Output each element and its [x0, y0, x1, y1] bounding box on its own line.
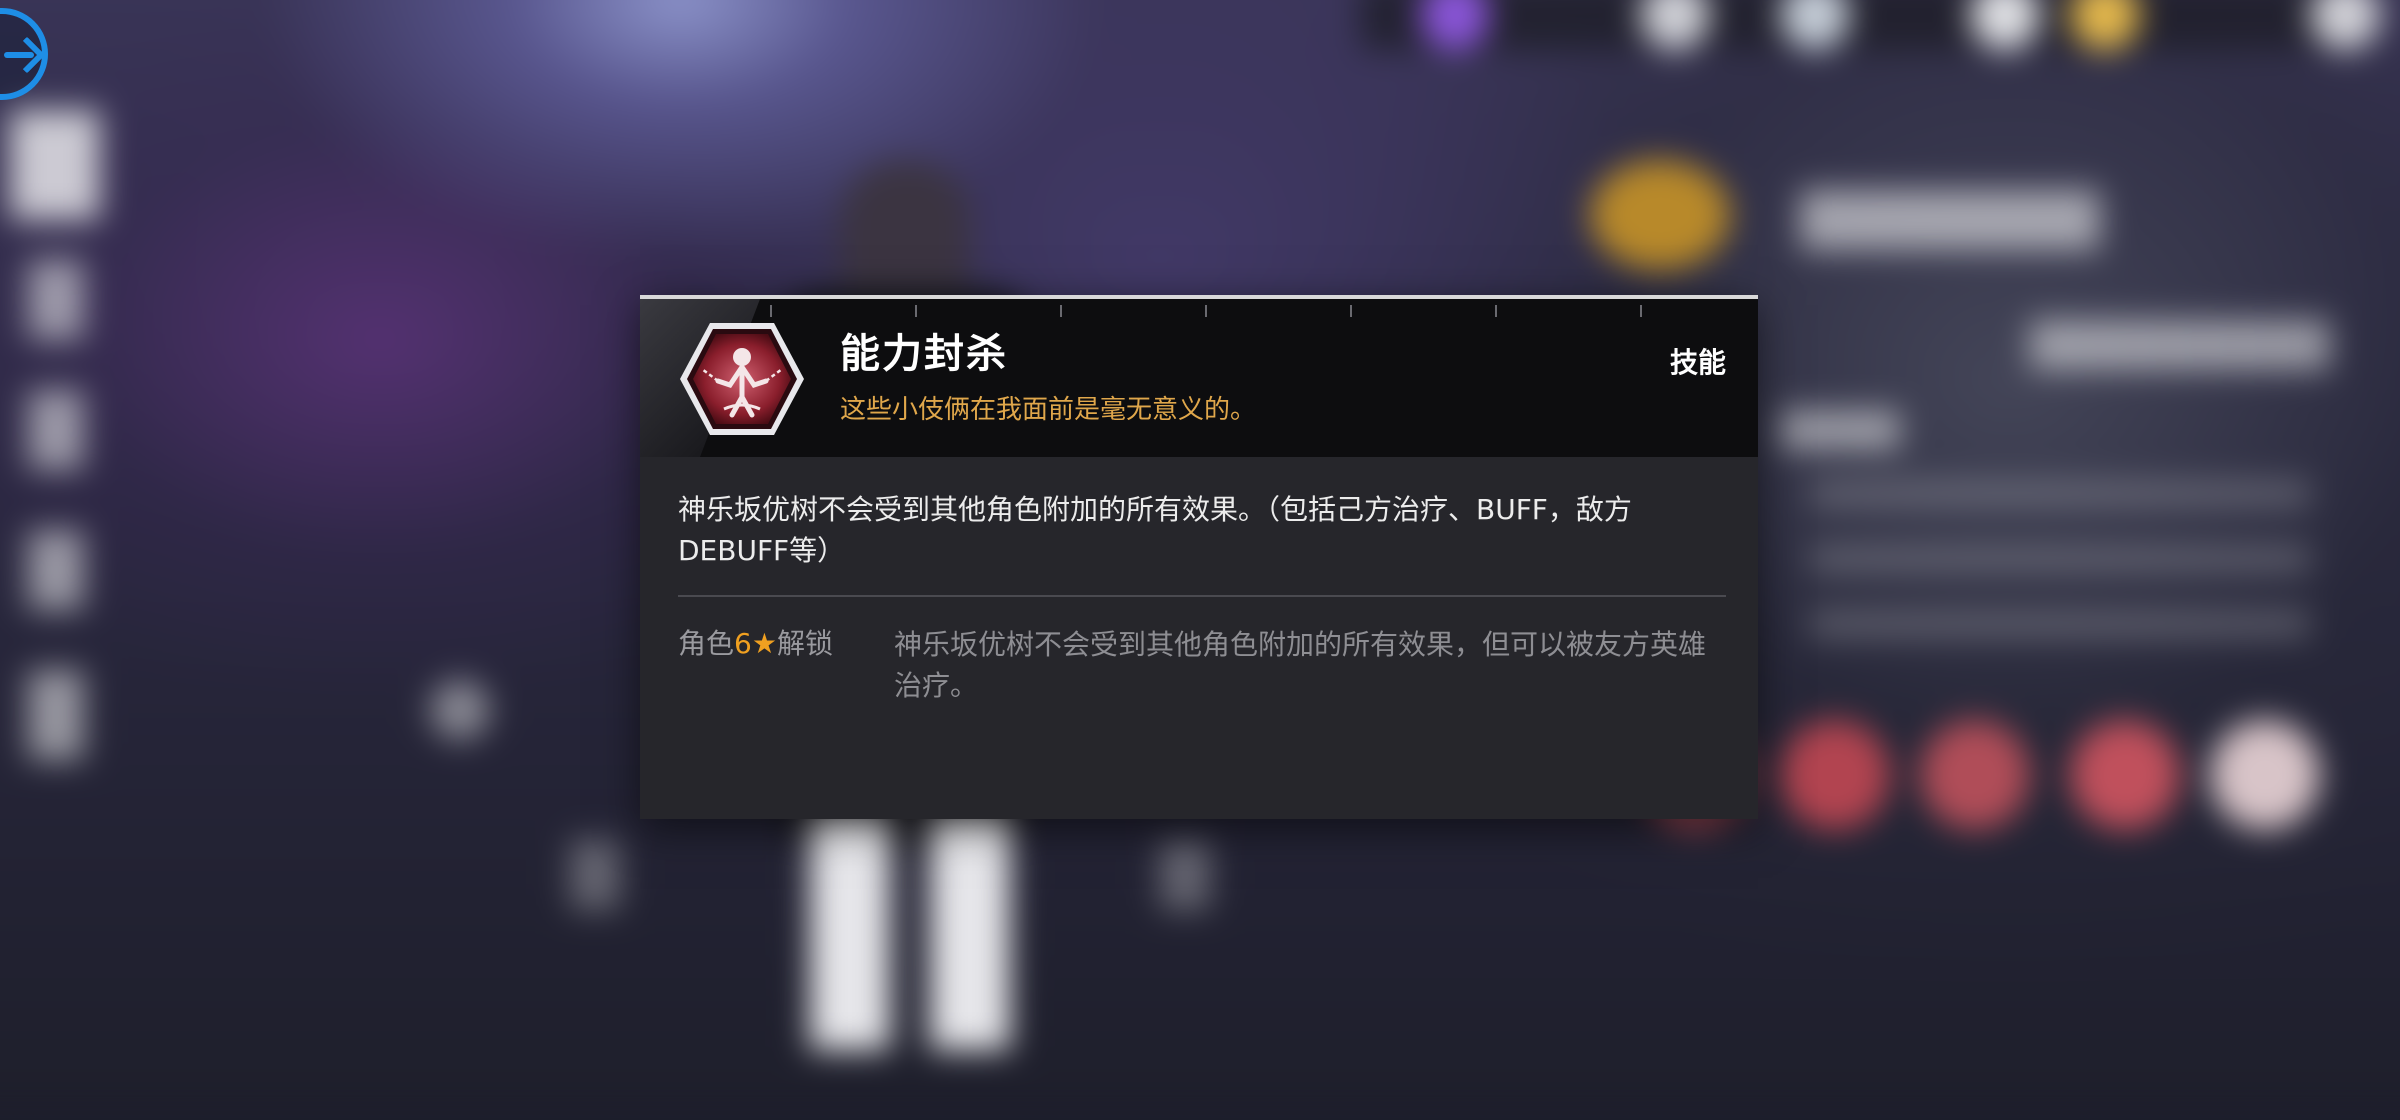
side-menu-item — [28, 670, 84, 760]
unlock-prefix: 角色 — [678, 627, 735, 660]
skill-detail-popup: 能力封杀 这些小伎俩在我面前是毫无意义的。 技能 神乐坂优树不会受到其他角色附加… — [640, 295, 1758, 819]
skill-quote: 这些小伎俩在我面前是毫无意义的。 — [840, 395, 1257, 425]
character-name-panel — [1800, 190, 2100, 250]
skill-orb — [2070, 720, 2180, 830]
bg-light — [430, 680, 490, 740]
rating-stars — [2030, 320, 2330, 370]
skill-type-label: 技能 — [1669, 346, 1726, 379]
side-menu-item — [28, 530, 84, 610]
character-leg — [930, 810, 1010, 1050]
character-leg — [810, 810, 890, 1050]
arrow-right-icon — [4, 38, 42, 72]
pet-figure — [1590, 160, 1730, 270]
skill-orb — [1920, 720, 2030, 830]
unlock-description: 神乐坂优树不会受到其他角色附加的所有效果，但可以被友方英雄治疗。 — [894, 628, 1707, 702]
bg-light — [570, 840, 620, 910]
side-menu-item — [10, 110, 100, 220]
popup-header: 能力封杀 这些小伎俩在我面前是毫无意义的。 技能 — [640, 299, 1758, 457]
unlock-suffix: 解锁 — [776, 627, 833, 660]
stat-row — [1810, 545, 2310, 573]
character-head — [840, 160, 970, 310]
skill-description: 神乐坂优树不会受到其他角色附加的所有效果。（包括己方治疗、BUFF，敌方DEBU… — [678, 493, 1632, 567]
divider — [678, 595, 1726, 597]
stats-header — [1780, 410, 1900, 450]
skill-name: 能力封杀 — [840, 331, 1008, 377]
header-tick-marks — [640, 305, 1758, 319]
bg-light — [1160, 840, 1210, 910]
top-resource-bar — [1360, 0, 2360, 50]
stat-row — [1810, 480, 2310, 508]
unlock-stars: 6★ — [734, 627, 777, 660]
stat-row — [1810, 610, 2310, 638]
skill-icon — [680, 323, 804, 435]
unlock-condition: 角色6★解锁 — [678, 624, 833, 664]
skill-orb — [1780, 720, 1890, 830]
side-menu-item — [28, 390, 84, 470]
skill-orb — [2210, 720, 2320, 830]
side-menu-item — [28, 260, 84, 340]
